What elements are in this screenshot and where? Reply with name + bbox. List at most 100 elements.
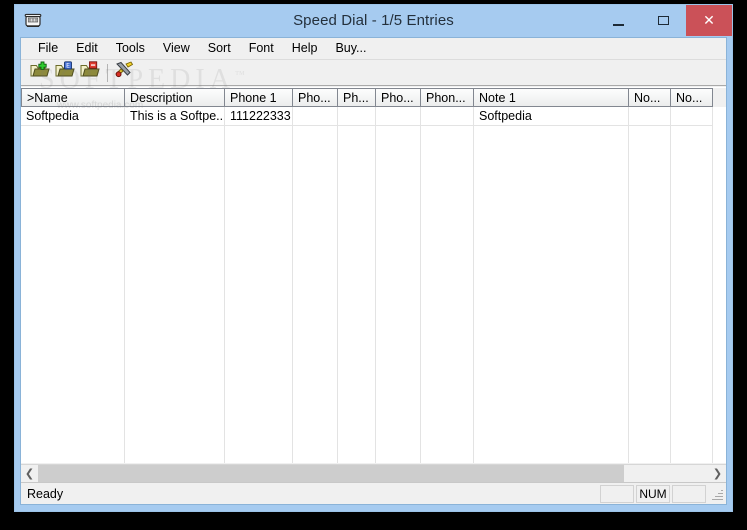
empty-cell [293,183,338,202]
table-cell[interactable] [338,107,376,126]
empty-row[interactable] [21,392,726,411]
empty-cell [338,411,376,430]
column-header[interactable]: Phon... [421,88,474,107]
scroll-left-arrow-icon[interactable]: ❮ [21,465,38,482]
empty-row[interactable] [21,145,726,164]
empty-row[interactable] [21,335,726,354]
empty-cell [421,316,474,335]
empty-row[interactable] [21,126,726,145]
menu-item-view[interactable]: View [154,39,199,58]
empty-row[interactable] [21,164,726,183]
empty-cell [376,297,421,316]
folder-edit-icon: E [55,61,75,84]
horizontal-scrollbar[interactable]: ❮ ❯ [21,464,726,482]
empty-row[interactable] [21,240,726,259]
menu-item-tools[interactable]: Tools [107,39,154,58]
menu-item-edit[interactable]: Edit [67,39,107,58]
empty-cell [225,202,293,221]
empty-cell [293,373,338,392]
empty-cell [338,354,376,373]
menu-item-sort[interactable]: Sort [199,39,240,58]
empty-cell [338,221,376,240]
column-header[interactable]: Pho... [293,88,338,107]
grid-body[interactable]: Softpedia This is a Softpe... 111222333 Sof… [21,107,726,463]
table-cell[interactable]: Softpedia [474,107,629,126]
empty-cell [125,202,225,221]
empty-cell [376,164,421,183]
empty-row[interactable] [21,373,726,392]
empty-cell [671,259,713,278]
empty-cell [293,430,338,449]
empty-cell [21,221,125,240]
table-cell[interactable]: Softpedia [21,107,125,126]
scrollbar-thumb[interactable] [38,465,624,482]
delete-entry-button[interactable] [78,61,102,84]
column-header[interactable]: No... [671,88,713,107]
settings-button[interactable] [112,61,136,84]
title-bar[interactable]: Speed Dial - 1/5 Entries ✕ [15,5,732,37]
table-row[interactable]: Softpedia This is a Softpe... 111222333 Sof… [21,107,726,126]
empty-cell [421,126,474,145]
minimize-button[interactable] [596,5,641,36]
scroll-right-arrow-icon[interactable]: ❯ [709,465,726,482]
empty-cell [376,373,421,392]
column-header[interactable]: Ph... [338,88,376,107]
column-header[interactable]: Description [125,88,225,107]
new-entry-button[interactable] [28,61,52,84]
resize-grip-icon[interactable] [708,485,724,503]
empty-row[interactable] [21,183,726,202]
empty-cell [293,354,338,373]
menu-item-file[interactable]: File [29,39,67,58]
empty-cell [474,240,629,259]
empty-cell [629,240,671,259]
menu-item-help[interactable]: Help [283,39,327,58]
empty-cell [125,240,225,259]
empty-cell [225,145,293,164]
empty-row[interactable] [21,316,726,335]
application-window: Speed Dial - 1/5 Entries ✕ File Edit Too… [14,4,733,512]
entries-grid[interactable]: >Name Description Phone 1 Pho... Ph... Pho...… [21,87,726,463]
empty-row[interactable] [21,430,726,449]
table-cell[interactable] [293,107,338,126]
menu-item-font[interactable]: Font [240,39,283,58]
open-entry-button[interactable]: E [53,61,77,84]
empty-cell [376,316,421,335]
table-cell[interactable]: 111222333 [225,107,293,126]
empty-cell [474,392,629,411]
column-header[interactable]: >Name [21,88,125,107]
empty-cell [293,316,338,335]
scrollbar-track[interactable] [38,465,709,482]
table-cell[interactable] [629,107,671,126]
table-cell[interactable] [671,107,713,126]
menu-item-buy[interactable]: Buy... [326,39,375,58]
empty-row[interactable] [21,354,726,373]
empty-cell [338,202,376,221]
column-header[interactable]: Note 1 [474,88,629,107]
empty-row[interactable] [21,278,726,297]
close-button[interactable]: ✕ [686,5,732,36]
empty-cell [125,145,225,164]
empty-row[interactable] [21,297,726,316]
empty-row[interactable] [21,449,726,463]
table-cell[interactable]: This is a Softpe... [125,107,225,126]
empty-cell [376,392,421,411]
table-cell[interactable] [376,107,421,126]
empty-row[interactable] [21,259,726,278]
table-cell[interactable] [421,107,474,126]
empty-cell [225,297,293,316]
empty-cell [21,202,125,221]
telephone-icon [23,11,43,31]
maximize-button[interactable] [641,5,686,36]
column-header[interactable]: Pho... [376,88,421,107]
grid-header-row: >Name Description Phone 1 Pho... Ph... Pho...… [21,88,726,107]
empty-row[interactable] [21,411,726,430]
column-header[interactable]: No... [629,88,671,107]
empty-cell [21,392,125,411]
empty-cell [421,221,474,240]
empty-cell [629,202,671,221]
empty-cell [338,449,376,463]
column-header[interactable]: Phone 1 [225,88,293,107]
empty-row[interactable] [21,202,726,221]
empty-cell [225,259,293,278]
empty-row[interactable] [21,221,726,240]
